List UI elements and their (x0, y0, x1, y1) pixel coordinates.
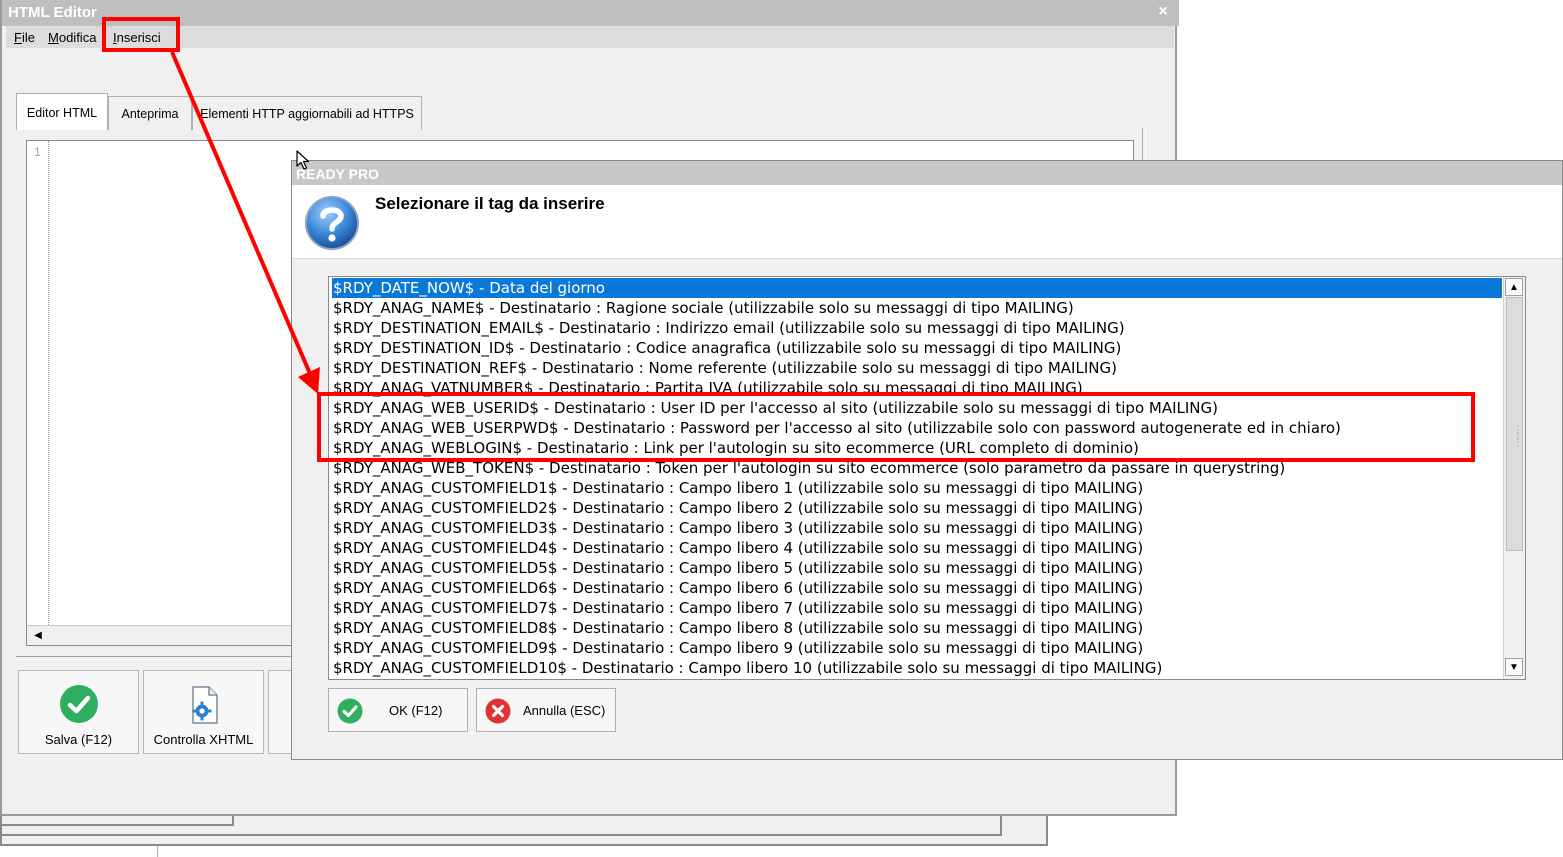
menu-file-label: ile (21, 30, 35, 45)
editor-title: HTML Editor (8, 4, 97, 21)
check-icon (59, 685, 98, 723)
tag-listbox[interactable]: $RDY_DATE_NOW$ - Data del giorno $RDY_ANA… (328, 276, 1526, 680)
save-button[interactable]: Salva (F12) (18, 670, 139, 754)
close-icon[interactable]: × (1154, 2, 1172, 22)
tag-list-item[interactable]: $RDY_DESTINATION_EMAIL$ - Destinatario :… (332, 318, 1502, 338)
tag-list-item[interactable]: $RDY_ANAG_CUSTOMFIELD3$ - Destinatario :… (332, 518, 1502, 538)
tag-list-item[interactable]: $RDY_ANAG_CUSTOMFIELD4$ - Destinatario :… (332, 538, 1502, 558)
cancel-button-label: Annulla (ESC) (523, 703, 606, 718)
tag-list-item[interactable]: $RDY_ANAG_CUSTOMFIELD1$ - Destinatario :… (332, 478, 1502, 498)
scroll-up-icon[interactable]: ▲ (1505, 278, 1523, 296)
tag-list-item[interactable]: $RDY_ANAG_CUSTOMFIELD7$ - Destinatario :… (332, 598, 1502, 618)
check-xhtml-button-label: Controlla XHTML (153, 732, 254, 747)
tab-editor-html-label: Editor HTML (26, 106, 98, 120)
background-line (157, 846, 158, 857)
tab-anteprima[interactable]: Anteprima (108, 96, 192, 130)
dialog-prompt: Selezionare il tag da inserire (375, 194, 605, 213)
editor-tabs: Editor HTML Anteprima Elementi HTTP aggi… (16, 93, 422, 130)
document-gear-icon (191, 686, 218, 724)
scroll-down-icon[interactable]: ▼ (1505, 658, 1523, 676)
tab-editor-html[interactable]: Editor HTML (16, 93, 108, 130)
line-number: 1 (34, 145, 41, 159)
tab-elementi-http-label: Elementi HTTP aggiornabili ad HTTPS (200, 107, 414, 121)
dialog-header: Selezionare il tag da inserire (292, 185, 1562, 259)
menu-file[interactable]: File (14, 30, 35, 45)
tab-elementi-http[interactable]: Elementi HTTP aggiornabili ad HTTPS (192, 96, 422, 130)
cancel-button[interactable]: Annulla (ESC) (476, 688, 616, 732)
tab-anteprima-label: Anteprima (121, 107, 179, 121)
menu-modifica-accel: M (48, 30, 59, 45)
menu-modifica-label: odifica (58, 30, 97, 45)
scroll-grip-icon: ⋮ ⋮ ⋮ (1513, 425, 1523, 448)
ok-button-label: OK (F12) (389, 703, 443, 718)
background-window-edge (0, 816, 234, 826)
menubar: File Modifica Inserisci (6, 26, 1174, 48)
tag-list-item[interactable]: $RDY_ANAG_CUSTOMFIELD10$ - Destinatario … (332, 658, 1502, 678)
scroll-left-icon[interactable]: ◀ (29, 628, 47, 644)
annotation-box-tags (317, 392, 1475, 462)
ok-button[interactable]: OK (F12) (328, 688, 468, 732)
annotation-box-menu (102, 17, 180, 52)
dialog-titlebar: READY PRO (292, 161, 1562, 185)
tag-list-item[interactable]: $RDY_DESTINATION_ID$ - Destinatario : Co… (332, 338, 1502, 358)
check-xhtml-button[interactable]: Controlla XHTML (143, 670, 264, 754)
question-icon (305, 196, 359, 250)
tag-list-item[interactable]: $RDY_ANAG_NAME$ - Destinatario : Ragione… (332, 298, 1502, 318)
check-icon (337, 698, 363, 724)
cancel-icon (485, 698, 511, 724)
tag-list-item[interactable]: $RDY_ANAG_CUSTOMFIELD9$ - Destinatario :… (332, 638, 1502, 658)
tag-list-item[interactable]: $RDY_DATE_NOW$ - Data del giorno (332, 278, 1502, 298)
menu-file-accel: F (14, 30, 22, 45)
menu-modifica[interactable]: Modifica (48, 30, 96, 45)
save-button-label: Salva (F12) (44, 732, 113, 747)
tag-list-item[interactable]: $RDY_DESTINATION_REF$ - Destinatario : N… (332, 358, 1502, 378)
line-number-gutter: 1 (27, 141, 49, 625)
tag-list-item[interactable]: $RDY_ANAG_CUSTOMFIELD6$ - Destinatario :… (332, 578, 1502, 598)
tag-list-item[interactable]: $RDY_ANAG_CUSTOMFIELD8$ - Destinatario :… (332, 618, 1502, 638)
vertical-scrollbar[interactable]: ▲ ⋮ ⋮ ⋮ ▼ (1503, 277, 1525, 679)
tag-list-item[interactable]: $RDY_ANAG_CUSTOMFIELD2$ - Destinatario :… (332, 498, 1502, 518)
mouse-cursor-icon (296, 150, 310, 170)
scroll-thumb[interactable]: ⋮ ⋮ ⋮ (1506, 297, 1523, 551)
tag-list-item[interactable]: $RDY_ANAG_CUSTOMFIELD5$ - Destinatario :… (332, 558, 1502, 578)
